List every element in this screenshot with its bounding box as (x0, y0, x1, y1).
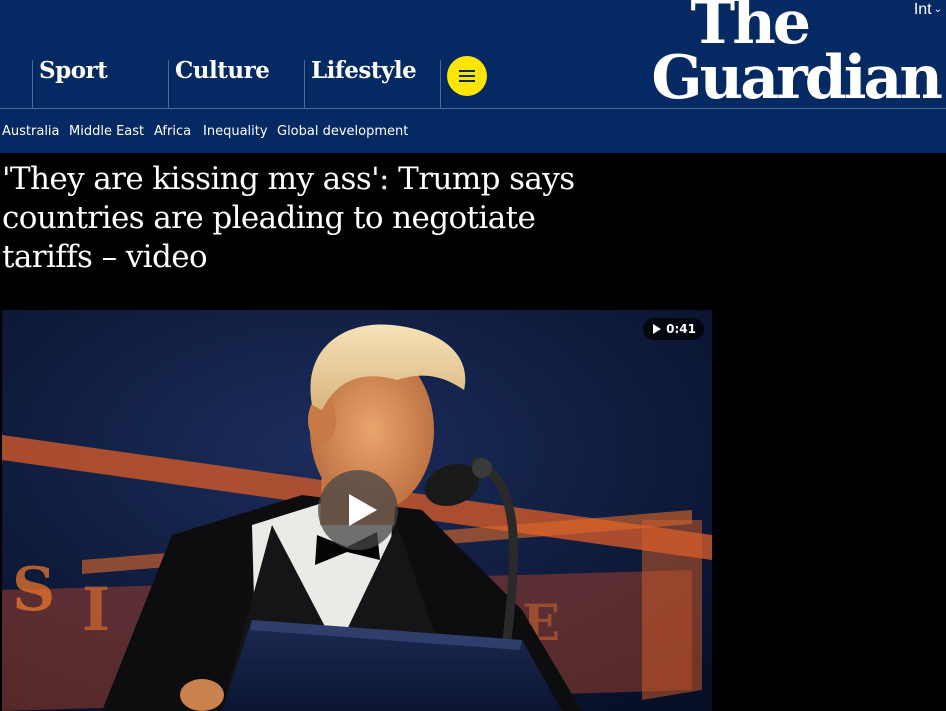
hamburger-icon-bar (459, 80, 475, 82)
subnav-link-africa[interactable]: Africa (154, 124, 191, 140)
sub-navigation: Australia Middle East Africa Inequality … (0, 108, 946, 153)
hamburger-icon (459, 70, 475, 72)
nav-divider (440, 60, 442, 108)
nav-pillar-culture[interactable]: Culture (168, 59, 304, 108)
article-headline: 'They are kissing my ass': Trump says co… (2, 161, 575, 275)
play-icon (349, 494, 377, 526)
subnav-link-australia[interactable]: Australia (2, 124, 60, 140)
hamburger-icon-bar (459, 75, 475, 77)
play-icon (653, 324, 662, 334)
nav-pillar-lifestyle[interactable]: Lifestyle (304, 59, 440, 108)
video-duration-badge: 0:41 (643, 318, 704, 340)
subnav-link-middle-east[interactable]: Middle East (69, 124, 144, 140)
nav-pillar-sport[interactable]: Sport (32, 59, 168, 108)
site-header: Int ⌄ Sport Culture Lifestyle The Guardia… (0, 0, 946, 108)
video-play-button[interactable] (318, 470, 398, 550)
guardian-logo[interactable]: The Guardian (651, 0, 943, 113)
video-player[interactable]: S I E 0:41 (2, 310, 712, 711)
subnav-link-global-development[interactable]: Global development (277, 124, 408, 140)
subnav-link-inequality[interactable]: Inequality (203, 124, 268, 140)
video-duration: 0:41 (666, 322, 696, 336)
svg-text:S: S (12, 555, 55, 625)
svg-text:I: I (82, 575, 110, 645)
logo-line-guardian: Guardian (651, 43, 943, 113)
menu-button[interactable] (447, 56, 487, 96)
